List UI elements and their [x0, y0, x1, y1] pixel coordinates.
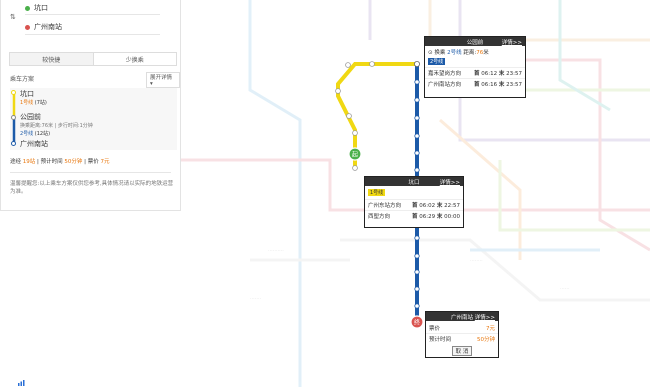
divider [10, 172, 171, 173]
tab-fastest[interactable]: 较快捷 [10, 53, 94, 65]
station-node[interactable] [352, 130, 358, 136]
transfer-station-popup: 公园前 详情>> ⊙ 换乘 2号线 距离:76米 2号线 嘉禾望岗方向 首 06… [424, 36, 526, 98]
popup-header: 广州南站 详情>> [426, 312, 498, 321]
divider [25, 14, 160, 15]
details-link[interactable]: 详情>> [475, 313, 495, 321]
station-node[interactable] [414, 115, 420, 121]
fare-row: 票价 7元 [429, 326, 495, 332]
end-station-popup: 广州南站 详情>> 票价 7元 预计时间 50分钟 取 消 [425, 311, 499, 358]
transfer-station-name[interactable]: 公园前 [20, 112, 41, 122]
origin-text: 坑口 [34, 4, 48, 12]
start-marker-icon[interactable]: 起 [348, 147, 362, 161]
plan-tabs: 较快捷 少换乘 [9, 52, 177, 66]
svg-text:·······: ······· [250, 296, 262, 302]
details-link[interactable]: 详情>> [440, 178, 460, 186]
details-link[interactable]: 详情>> [502, 38, 522, 46]
disclaimer-note: 温馨提醒您:以上乘车方案仅供您参考,具体情况请以实际的地铁运营为准。 [10, 181, 174, 195]
route-summary: 途经 19站 | 预计时间 50分钟 | 票价 7元 [10, 159, 110, 165]
svg-text:··········: ·········· [268, 248, 284, 254]
popup-header: 坑口 详情>> [365, 177, 463, 186]
line2-tag: 2号线 [428, 58, 446, 65]
time-row: 预计时间 50分钟 [426, 333, 498, 344]
brand-logo-icon [18, 380, 25, 386]
station-node[interactable] [369, 61, 375, 67]
end-station-dot-icon [11, 141, 16, 146]
svg-text:起: 起 [352, 151, 358, 159]
divider [25, 34, 160, 35]
transfer-info: 换乘距离:76米 | 步行时间:1分钟 [20, 123, 93, 129]
station-node[interactable] [414, 286, 420, 292]
origin-field[interactable]: 坑口 [25, 3, 48, 13]
station-node[interactable] [414, 133, 420, 139]
station-node[interactable] [414, 269, 420, 275]
line1-tag: 1号线 [368, 189, 386, 196]
station-node[interactable] [346, 113, 352, 119]
timetable-row: 西塱方向 首 06:29 末 00:00 [365, 210, 463, 221]
cancel-button[interactable]: 取 消 [451, 346, 473, 356]
station-node[interactable] [414, 150, 420, 156]
timetable-row: 广州东站方向 首 06:02 末 22:57 [365, 199, 463, 210]
expand-details-button[interactable]: 展开详情 ▾ [146, 72, 180, 88]
transfer-station-dot-icon [11, 115, 16, 120]
line1-info: 1号线 (7站) [20, 100, 47, 106]
plan-title: 乘车方案 [10, 76, 35, 83]
station-node[interactable] [345, 62, 351, 68]
timetable-row: 嘉禾望岗方向 首 06:12 末 23:57 [425, 67, 525, 78]
destination-field[interactable]: 广州南站 [25, 22, 62, 32]
svg-text:······: ······ [560, 286, 570, 292]
origin-dot-icon [25, 5, 30, 11]
route-detail: 坑口 1号线 (7站) 公园前 换乘距离:76米 | 步行时间:1分钟 2号线 … [10, 88, 177, 150]
end-marker-icon[interactable]: 终 [410, 315, 424, 329]
end-station-name[interactable]: 广州南站 [20, 139, 48, 149]
station-node[interactable] [414, 235, 420, 241]
station-node[interactable] [413, 61, 420, 68]
walk-icon: ⊙ [428, 50, 433, 56]
start-station-popup: 坑口 详情>> 1号线 广州东站方向 首 06:02 末 22:57 西塱方向 … [364, 176, 464, 228]
chevron-down-icon: ▾ [150, 81, 153, 87]
svg-text:········: ········ [470, 258, 483, 264]
timetable-row: 广州南站方向 首 06:16 末 23:57 [425, 78, 525, 89]
line2-info: 2号线 (12站) [20, 131, 51, 137]
destination-dot-icon [25, 24, 30, 30]
svg-text:终: 终 [414, 319, 420, 327]
station-node[interactable] [414, 167, 420, 173]
destination-text: 广州南站 [34, 23, 62, 31]
start-station-name[interactable]: 坑口 [20, 89, 34, 99]
transfer-walk-info: ⊙ 换乘 2号线 距离:76米 [428, 50, 489, 56]
station-node[interactable] [414, 253, 420, 259]
station-node[interactable] [352, 165, 358, 171]
route-panel: 坑口 ⇅ 广州南站 较快捷 少换乘 乘车方案 展开详情 ▾ 坑口 1号线 (7站… [0, 0, 181, 211]
station-node[interactable] [335, 88, 341, 94]
station-node[interactable] [414, 303, 420, 309]
popup-header: 公园前 详情>> [425, 37, 525, 46]
start-station-dot-icon [11, 90, 16, 95]
station-node[interactable] [414, 97, 420, 103]
tab-fewer-transfers[interactable]: 少换乘 [94, 53, 177, 65]
swap-icon[interactable]: ⇅ [10, 13, 16, 21]
station-node[interactable] [414, 79, 420, 85]
